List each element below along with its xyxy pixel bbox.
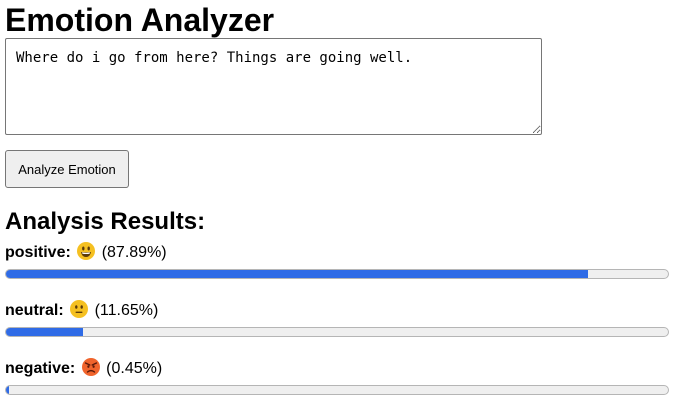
- result-progress-fill: [6, 328, 84, 336]
- result-positive: positive: (87.89%): [5, 242, 669, 279]
- emotion-analyzer-page: Emotion Analyzer Analyze Emotion Analysi…: [0, 0, 676, 405]
- result-label: positive:: [5, 244, 71, 261]
- page-title: Emotion Analyzer: [5, 2, 275, 38]
- grinning-face-icon: [77, 242, 96, 260]
- analyze-emotion-button[interactable]: Analyze Emotion: [5, 150, 129, 188]
- result-label: negative:: [5, 360, 76, 377]
- result-neutral: neutral: (11.65%): [5, 300, 669, 337]
- angry-face-icon: [81, 358, 100, 376]
- result-negative: negative: (0.45%): [5, 358, 669, 395]
- result-percent: (11.65%): [94, 302, 159, 319]
- result-progress-fill: [6, 386, 9, 394]
- result-progress-bar: [5, 385, 669, 395]
- result-percent: (0.45%): [106, 360, 163, 377]
- result-progress-fill: [6, 270, 588, 278]
- neutral-face-icon: [70, 300, 89, 318]
- result-progress-bar: [5, 269, 669, 279]
- text-input[interactable]: [5, 38, 542, 135]
- results-heading: Analysis Results:: [5, 208, 206, 235]
- result-percent: (87.89%): [101, 244, 167, 261]
- result-progress-bar: [5, 327, 669, 337]
- result-label: neutral:: [5, 302, 64, 319]
